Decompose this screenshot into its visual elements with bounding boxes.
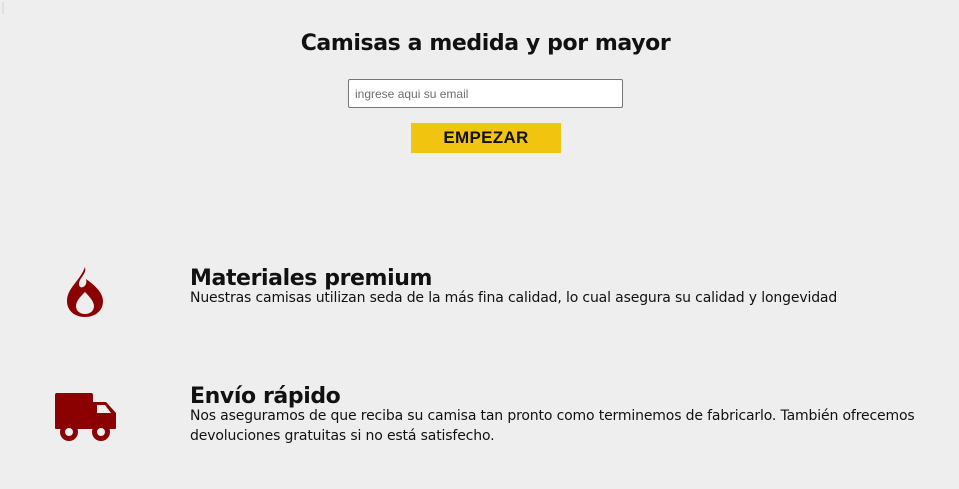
- fire-icon: [66, 266, 104, 323]
- feature-shipping-text: Envío rápido Nos aseguramos de que recib…: [190, 384, 930, 446]
- page: Camisas a medida y por mayor EMPEZAR Mat…: [0, 0, 959, 489]
- truck-icon: [54, 392, 118, 447]
- feature-description: Nuestras camisas utilizan seda de la más…: [190, 290, 838, 306]
- corner-marker: [2, 2, 4, 14]
- feature-description: Nos aseguramos de que reciba su camisa t…: [190, 408, 915, 444]
- start-button[interactable]: EMPEZAR: [411, 123, 561, 153]
- hero-title: Camisas a medida y por mayor: [300, 31, 671, 56]
- feature-materials-text: Materiales premium Nuestras camisas util…: [190, 266, 930, 308]
- email-input[interactable]: [348, 79, 623, 108]
